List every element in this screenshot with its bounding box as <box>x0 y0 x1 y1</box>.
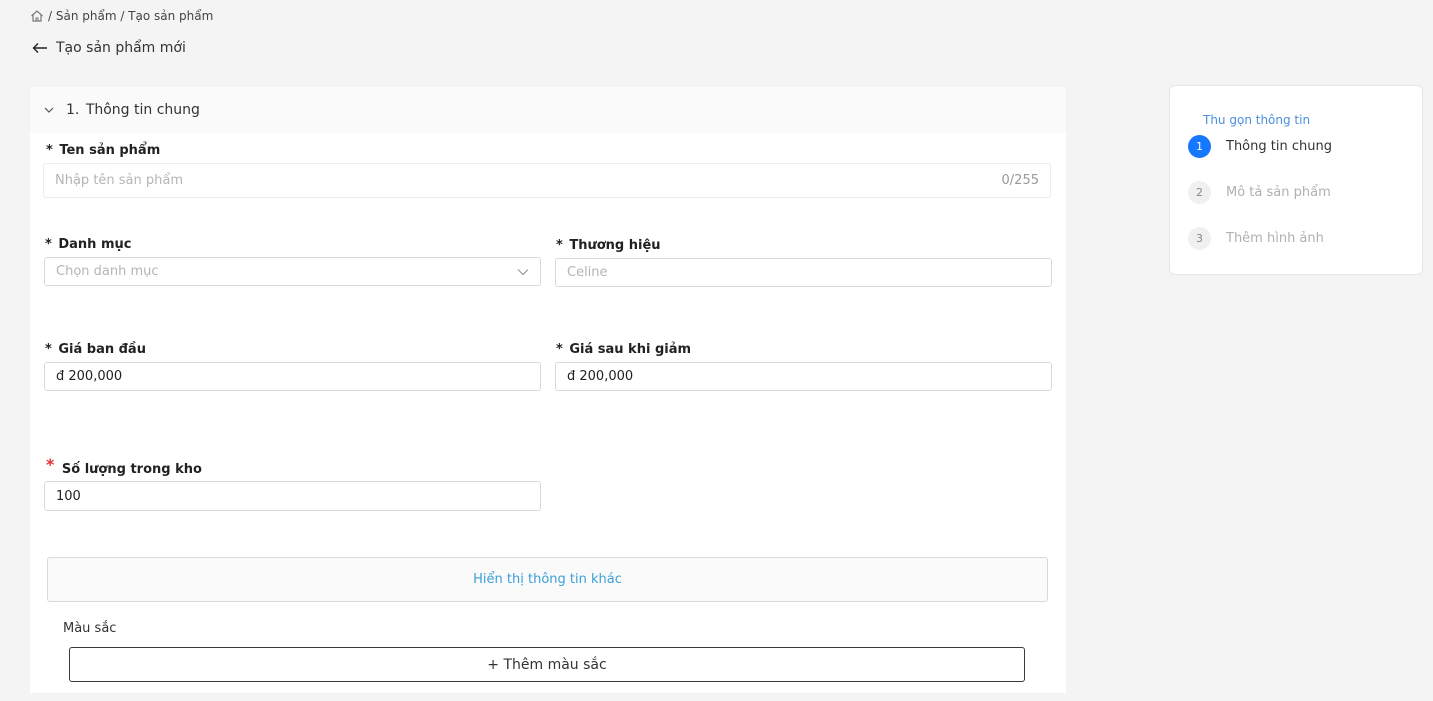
character-counter: 0/255 <box>1001 173 1039 188</box>
original-price-label: * Giá ban đầu <box>45 342 146 357</box>
sale-price-label: * Giá sau khi giảm <box>556 342 691 357</box>
home-icon[interactable] <box>30 9 44 23</box>
section-header-general[interactable]: 1. Thông tin chung <box>30 87 1066 133</box>
required-mark: * <box>556 238 563 253</box>
arrow-left-icon[interactable] <box>32 42 48 54</box>
required-mark: * <box>45 237 52 252</box>
original-price-label-text: Giá ban đầu <box>58 342 146 357</box>
brand-input[interactable]: Celine <box>555 258 1052 287</box>
add-color-button[interactable]: + Thêm màu sắc <box>69 647 1025 682</box>
section-title: Thông tin chung <box>85 102 200 118</box>
step-general-info[interactable]: 1 Thông tin chung <box>1188 135 1332 158</box>
required-mark: * <box>46 455 55 474</box>
stock-label-text: Số lượng trong kho <box>61 462 202 477</box>
brand-placeholder: Celine <box>567 265 608 280</box>
original-price-value: đ 200,000 <box>56 369 123 384</box>
page-header: Tạo sản phẩm mới <box>32 40 186 56</box>
step-label: Mô tả sản phẩm <box>1226 185 1331 200</box>
breadcrumb-path[interactable]: / Sản phẩm / Tạo sản phẩm <box>48 9 213 23</box>
required-mark: * <box>46 143 53 158</box>
color-label: Màu sắc <box>63 621 117 636</box>
category-placeholder: Chọn danh mục <box>56 264 159 279</box>
brand-label-text: Thương hiệu <box>569 238 661 253</box>
sale-price-value: đ 200,000 <box>567 369 634 384</box>
page-title: Tạo sản phẩm mới <box>56 40 186 56</box>
show-more-info-button[interactable]: Hiển thị thông tin khác <box>47 557 1048 602</box>
required-mark: * <box>45 342 52 357</box>
stock-input[interactable]: 100 <box>44 481 541 511</box>
general-info-panel: 1. Thông tin chung * Ten sản phẩm Nhập t… <box>30 87 1066 693</box>
product-name-input[interactable]: Nhập tên sản phẩm 0/255 <box>43 163 1051 198</box>
step-product-description[interactable]: 2 Mô tả sản phẩm <box>1188 181 1331 204</box>
step-number: 2 <box>1188 181 1211 204</box>
chevron-down-icon <box>44 102 54 118</box>
step-add-images[interactable]: 3 Thêm hình ảnh <box>1188 227 1324 250</box>
sale-price-label-text: Giá sau khi giảm <box>569 342 692 357</box>
product-name-label-text: Ten sản phẩm <box>59 143 161 158</box>
product-name-placeholder: Nhập tên sản phẩm <box>55 173 184 188</box>
breadcrumb: / Sản phẩm / Tạo sản phẩm <box>30 9 213 23</box>
original-price-input[interactable]: đ 200,000 <box>44 362 541 391</box>
stock-value: 100 <box>56 488 81 504</box>
category-label-text: Danh mục <box>58 237 132 252</box>
brand-label: * Thương hiệu <box>556 238 661 253</box>
step-label: Thông tin chung <box>1226 139 1332 154</box>
steps-navigation: Thu gọn thông tin 1 Thông tin chung 2 Mô… <box>1169 85 1423 275</box>
stock-label: * Số lượng trong kho <box>46 455 202 477</box>
required-mark: * <box>556 342 563 357</box>
step-label: Thêm hình ảnh <box>1226 231 1324 246</box>
section-number: 1. <box>66 102 80 118</box>
collapse-info-link[interactable]: Thu gọn thông tin <box>1203 113 1310 127</box>
step-number: 3 <box>1188 227 1211 250</box>
sale-price-input[interactable]: đ 200,000 <box>555 362 1052 391</box>
step-number: 1 <box>1188 135 1211 158</box>
chevron-down-icon <box>517 268 529 276</box>
category-select[interactable]: Chọn danh mục <box>44 257 541 286</box>
category-label: * Danh mục <box>45 237 131 252</box>
product-name-label: * Ten sản phẩm <box>46 143 160 158</box>
